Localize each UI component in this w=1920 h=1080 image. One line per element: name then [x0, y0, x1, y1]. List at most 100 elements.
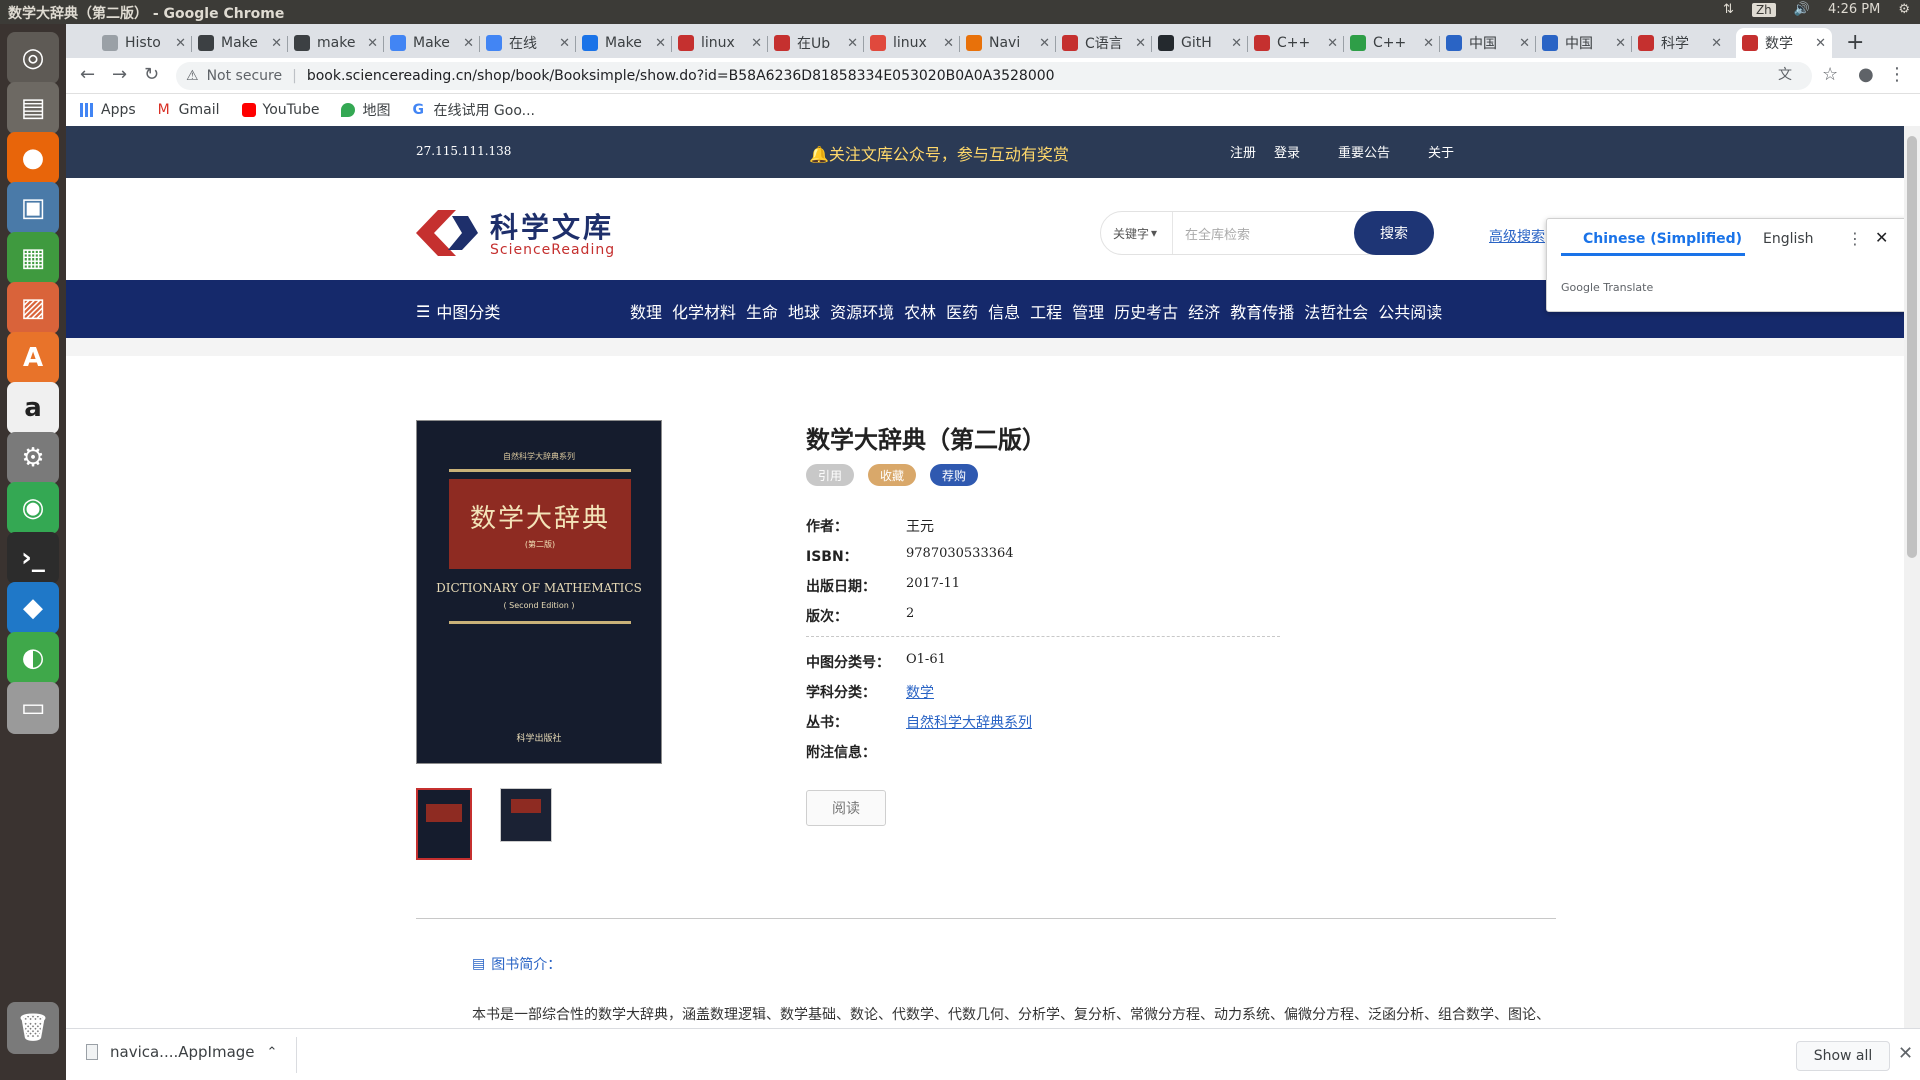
- tab[interactable]: 在Ub ✕: [768, 28, 864, 58]
- download-item[interactable]: navica....AppImage ⌃: [86, 1043, 277, 1061]
- bookmark-maps[interactable]: 地图: [341, 100, 390, 120]
- tab[interactable]: 中国 ✕: [1440, 28, 1536, 58]
- tab[interactable]: C语言 ✕: [1056, 28, 1152, 58]
- cite-button[interactable]: 引用: [806, 464, 855, 486]
- bookmark-star-icon[interactable]: ☆: [1822, 64, 1838, 85]
- category-item[interactable]: 医药: [946, 299, 978, 323]
- category-item[interactable]: 地球: [788, 299, 820, 323]
- register-link[interactable]: 注册: [1230, 142, 1256, 161]
- system-settings-icon[interactable]: ⚙: [7, 432, 59, 484]
- translate-source-tab[interactable]: Chinese (Simplified): [1583, 231, 1742, 247]
- show-all-button[interactable]: Show all: [1796, 1041, 1890, 1071]
- settings-gear-icon[interactable]: ⚙: [1898, 2, 1910, 17]
- bookmark-youtube[interactable]: YouTube: [241, 102, 319, 118]
- drive-icon[interactable]: ▭: [7, 682, 59, 734]
- close-tab-icon[interactable]: ✕: [1039, 36, 1050, 51]
- about-link[interactable]: 关于: [1428, 142, 1454, 161]
- forward-arrow-icon[interactable]: →: [112, 64, 127, 85]
- reload-icon[interactable]: ↻: [144, 64, 159, 85]
- tab[interactable]: GitH ✕: [1152, 28, 1248, 58]
- close-tab-icon[interactable]: ✕: [1423, 36, 1434, 51]
- close-tab-icon[interactable]: ✕: [847, 36, 858, 51]
- clock[interactable]: 4:26 PM: [1828, 2, 1880, 17]
- back-arrow-icon[interactable]: ←: [80, 64, 95, 85]
- bookmark-gmail[interactable]: M Gmail: [158, 102, 220, 118]
- close-tab-icon[interactable]: ✕: [367, 36, 378, 51]
- category-item[interactable]: 教育传播: [1230, 299, 1294, 323]
- close-download-bar-icon[interactable]: ✕: [1898, 1043, 1913, 1064]
- page-scrollbar[interactable]: [1904, 126, 1920, 1028]
- tab[interactable]: Histo ✕: [96, 28, 192, 58]
- favorite-button[interactable]: 收藏: [868, 464, 917, 486]
- vscode-icon[interactable]: ◆: [7, 582, 59, 634]
- software-center-icon[interactable]: A: [7, 332, 59, 384]
- tab[interactable]: Make ✕: [192, 28, 288, 58]
- close-tab-icon[interactable]: ✕: [1615, 36, 1626, 51]
- translate-target-tab[interactable]: English: [1763, 231, 1814, 247]
- category-item[interactable]: 化学材料: [672, 299, 736, 323]
- terminal-icon[interactable]: ›_: [7, 532, 59, 584]
- cover-thumbnail-3d[interactable]: [500, 788, 552, 842]
- translate-icon[interactable]: 文: [1778, 64, 1792, 84]
- tab[interactable]: C++ ✕: [1248, 28, 1344, 58]
- login-link[interactable]: 登录: [1274, 142, 1300, 161]
- category-item[interactable]: 经济: [1188, 299, 1220, 323]
- category-item[interactable]: 数理: [630, 299, 662, 323]
- announcement-link[interactable]: 重要公告: [1338, 142, 1390, 161]
- firefox-icon[interactable]: ●: [7, 132, 59, 184]
- search-field-select[interactable]: 关键字 ▾: [1101, 212, 1173, 254]
- tab[interactable]: 在线 ✕: [480, 28, 576, 58]
- warning-icon[interactable]: ⚠: [186, 68, 199, 84]
- category-item[interactable]: 公共阅读: [1378, 299, 1442, 323]
- spreadsheet-icon[interactable]: ▦: [7, 232, 59, 284]
- logo-english[interactable]: ScienceReading: [490, 242, 615, 258]
- close-tab-icon[interactable]: ✕: [1815, 36, 1826, 51]
- tab[interactable]: Navi ✕: [960, 28, 1056, 58]
- close-tab-icon[interactable]: ✕: [559, 36, 570, 51]
- trash-icon[interactable]: 🗑: [7, 1002, 59, 1054]
- profile-icon[interactable]: ●: [1858, 64, 1874, 85]
- read-button[interactable]: 阅读: [806, 790, 886, 826]
- book-cover[interactable]: 自然科学大辞典系列 数学大辞典 (第二版) DICTIONARY OF MATH…: [416, 420, 662, 764]
- category-item[interactable]: 管理: [1072, 299, 1104, 323]
- category-item[interactable]: 法哲社会: [1304, 299, 1368, 323]
- tab[interactable]: Make ✕: [384, 28, 480, 58]
- logo-mark-icon[interactable]: [416, 206, 478, 260]
- close-tab-icon[interactable]: ✕: [655, 36, 666, 51]
- series-link[interactable]: 自然科学大辞典系列: [906, 712, 1032, 732]
- advanced-search-link[interactable]: 高级搜索: [1489, 226, 1545, 246]
- close-tab-icon[interactable]: ✕: [943, 36, 954, 51]
- search-button[interactable]: 搜索: [1354, 211, 1434, 255]
- close-tab-icon[interactable]: ✕: [1711, 36, 1722, 51]
- network-icon[interactable]: ⇅: [1723, 2, 1734, 17]
- address-bar[interactable]: ⚠ Not secure | book.sciencereading.cn/sh…: [176, 62, 1812, 90]
- tab[interactable]: 科学 ✕: [1632, 28, 1728, 58]
- presentation-icon[interactable]: ▨: [7, 282, 59, 334]
- tab[interactable]: 中国 ✕: [1536, 28, 1632, 58]
- category-item[interactable]: 历史考古: [1114, 299, 1178, 323]
- category-item[interactable]: 农林: [904, 299, 936, 323]
- recommend-purchase-button[interactable]: 荐购: [930, 464, 979, 486]
- category-item[interactable]: 信息: [988, 299, 1020, 323]
- logo-chinese[interactable]: 科学文库: [490, 206, 614, 246]
- bookmark-apps[interactable]: Apps: [80, 102, 136, 118]
- bookmark-google[interactable]: G 在线试用 Goo...: [412, 100, 535, 120]
- tab[interactable]: C++ ✕: [1344, 28, 1440, 58]
- tab[interactable]: linux ✕: [672, 28, 768, 58]
- close-tab-icon[interactable]: ✕: [1519, 36, 1530, 51]
- subject-link[interactable]: 数学: [906, 682, 934, 702]
- category-item[interactable]: 生命: [746, 299, 778, 323]
- tab[interactable]: make ✕: [288, 28, 384, 58]
- ime-indicator[interactable]: Zh: [1751, 2, 1776, 17]
- chevron-up-icon[interactable]: ⌃: [267, 1045, 278, 1060]
- chrome-icon[interactable]: ◉: [7, 482, 59, 534]
- security-label[interactable]: Not secure: [207, 68, 283, 84]
- close-tab-icon[interactable]: ✕: [751, 36, 762, 51]
- amazon-icon[interactable]: a: [7, 382, 59, 434]
- close-tab-icon[interactable]: ✕: [1231, 36, 1242, 51]
- category-item[interactable]: 工程: [1030, 299, 1062, 323]
- navicat-icon[interactable]: ◐: [7, 632, 59, 684]
- image-viewer-icon[interactable]: ▣: [7, 182, 59, 234]
- close-tab-icon[interactable]: ✕: [1135, 36, 1146, 51]
- more-options-icon[interactable]: ⋮: [1847, 229, 1863, 248]
